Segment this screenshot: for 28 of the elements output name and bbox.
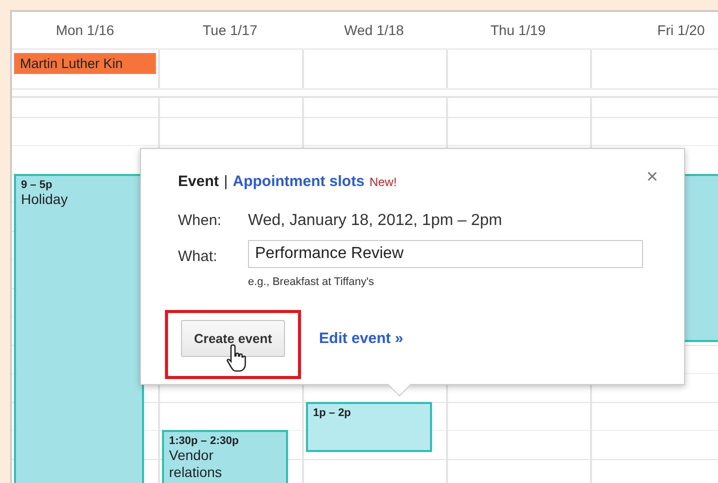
separator: | xyxy=(224,173,228,190)
day-header[interactable]: Tue 1/17 xyxy=(158,12,302,50)
event-time: 9 – 5p xyxy=(21,179,54,191)
hand-cursor-icon xyxy=(226,343,248,373)
day-header[interactable]: Wed 1/18 xyxy=(302,12,446,50)
what-label: What: xyxy=(178,248,218,265)
when-label: When: xyxy=(178,212,222,229)
create-event-button[interactable]: Create event xyxy=(181,320,286,357)
popup-tab[interactable]: Appointment slots xyxy=(232,173,364,190)
close-button[interactable]: × xyxy=(646,167,658,187)
event-time: 1p – 2p xyxy=(313,407,352,419)
when-value: Wed, January 18, 2012, 1pm – 2pm xyxy=(248,212,502,230)
event-time: 1:30p – 2:30p xyxy=(169,435,240,447)
all-day-event[interactable]: Martin Luther Kin xyxy=(14,53,156,74)
input-hint: e.g., Breakfast at Tiffany's xyxy=(248,276,376,288)
what-input[interactable]: Performance Review xyxy=(248,240,643,268)
day-header[interactable]: Thu 1/19 xyxy=(446,12,590,50)
new-label: New! xyxy=(369,175,397,189)
day-header[interactable]: Fri 1/20 xyxy=(590,12,718,50)
edit-event-link[interactable]: Edit event » xyxy=(319,330,404,347)
day-header[interactable]: Mon 1/16 xyxy=(12,12,158,50)
event-block[interactable]: 9 – 5p Holiday xyxy=(14,174,144,483)
event-title: Holiday xyxy=(21,191,69,208)
event-block[interactable]: 1:30p – 2:30p Vendor relations xyxy=(162,430,288,483)
popup-tab[interactable]: Event xyxy=(178,173,219,190)
event-title: Vendor relations xyxy=(169,447,223,481)
event-block[interactable]: 1p – 2p xyxy=(306,402,432,452)
all-day-cell[interactable]: Martin Luther Kin xyxy=(12,50,158,88)
